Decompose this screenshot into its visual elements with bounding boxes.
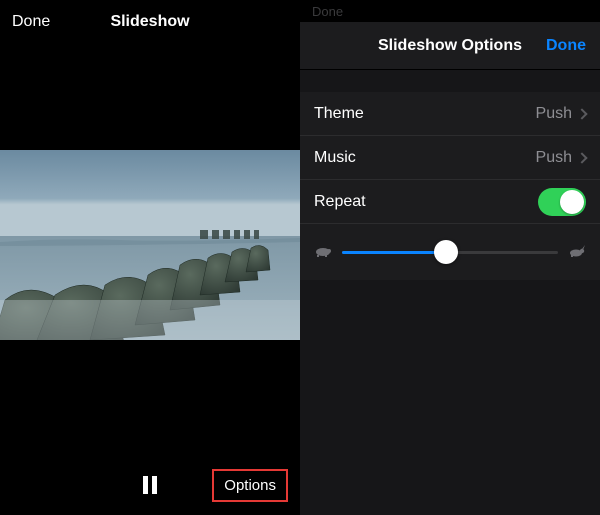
options-empty-area bbox=[300, 280, 600, 515]
section-gap bbox=[300, 70, 600, 92]
slideshow-options-screen: Done Slideshow Slideshow Options Done Th… bbox=[300, 0, 600, 515]
chevron-right-icon bbox=[576, 108, 587, 119]
music-label: Music bbox=[314, 149, 356, 167]
music-row[interactable]: Music Push bbox=[300, 136, 600, 180]
slider-thumb[interactable] bbox=[434, 240, 458, 264]
theme-value: Push bbox=[536, 105, 572, 123]
dimmed-background-header: Done Slideshow bbox=[300, 0, 600, 22]
done-button[interactable]: Done bbox=[12, 13, 50, 31]
turtle-icon bbox=[314, 244, 332, 260]
options-button[interactable]: Options bbox=[212, 469, 288, 502]
repeat-row: Repeat bbox=[300, 180, 600, 224]
theme-row[interactable]: Theme Push bbox=[300, 92, 600, 136]
rabbit-icon bbox=[568, 244, 586, 260]
options-panel-title: Slideshow Options bbox=[378, 37, 522, 55]
slideshow-player-screen: Done Slideshow bbox=[0, 0, 300, 515]
theme-label: Theme bbox=[314, 105, 364, 123]
seascape-image bbox=[0, 150, 300, 340]
repeat-label: Repeat bbox=[314, 193, 366, 211]
options-panel-header: Slideshow Options Done bbox=[300, 22, 600, 70]
dimmed-done: Done bbox=[312, 4, 343, 19]
repeat-toggle[interactable] bbox=[538, 188, 586, 216]
pause-button[interactable] bbox=[143, 476, 157, 494]
left-footer: Options bbox=[0, 463, 300, 507]
options-done-button[interactable]: Done bbox=[546, 37, 586, 55]
music-value: Push bbox=[536, 149, 572, 167]
toggle-knob bbox=[560, 190, 584, 214]
speed-slider-row bbox=[300, 224, 600, 280]
chevron-right-icon bbox=[576, 152, 587, 163]
speed-slider[interactable] bbox=[342, 251, 558, 254]
slideshow-photo bbox=[0, 150, 300, 340]
left-header: Done Slideshow bbox=[0, 0, 300, 44]
